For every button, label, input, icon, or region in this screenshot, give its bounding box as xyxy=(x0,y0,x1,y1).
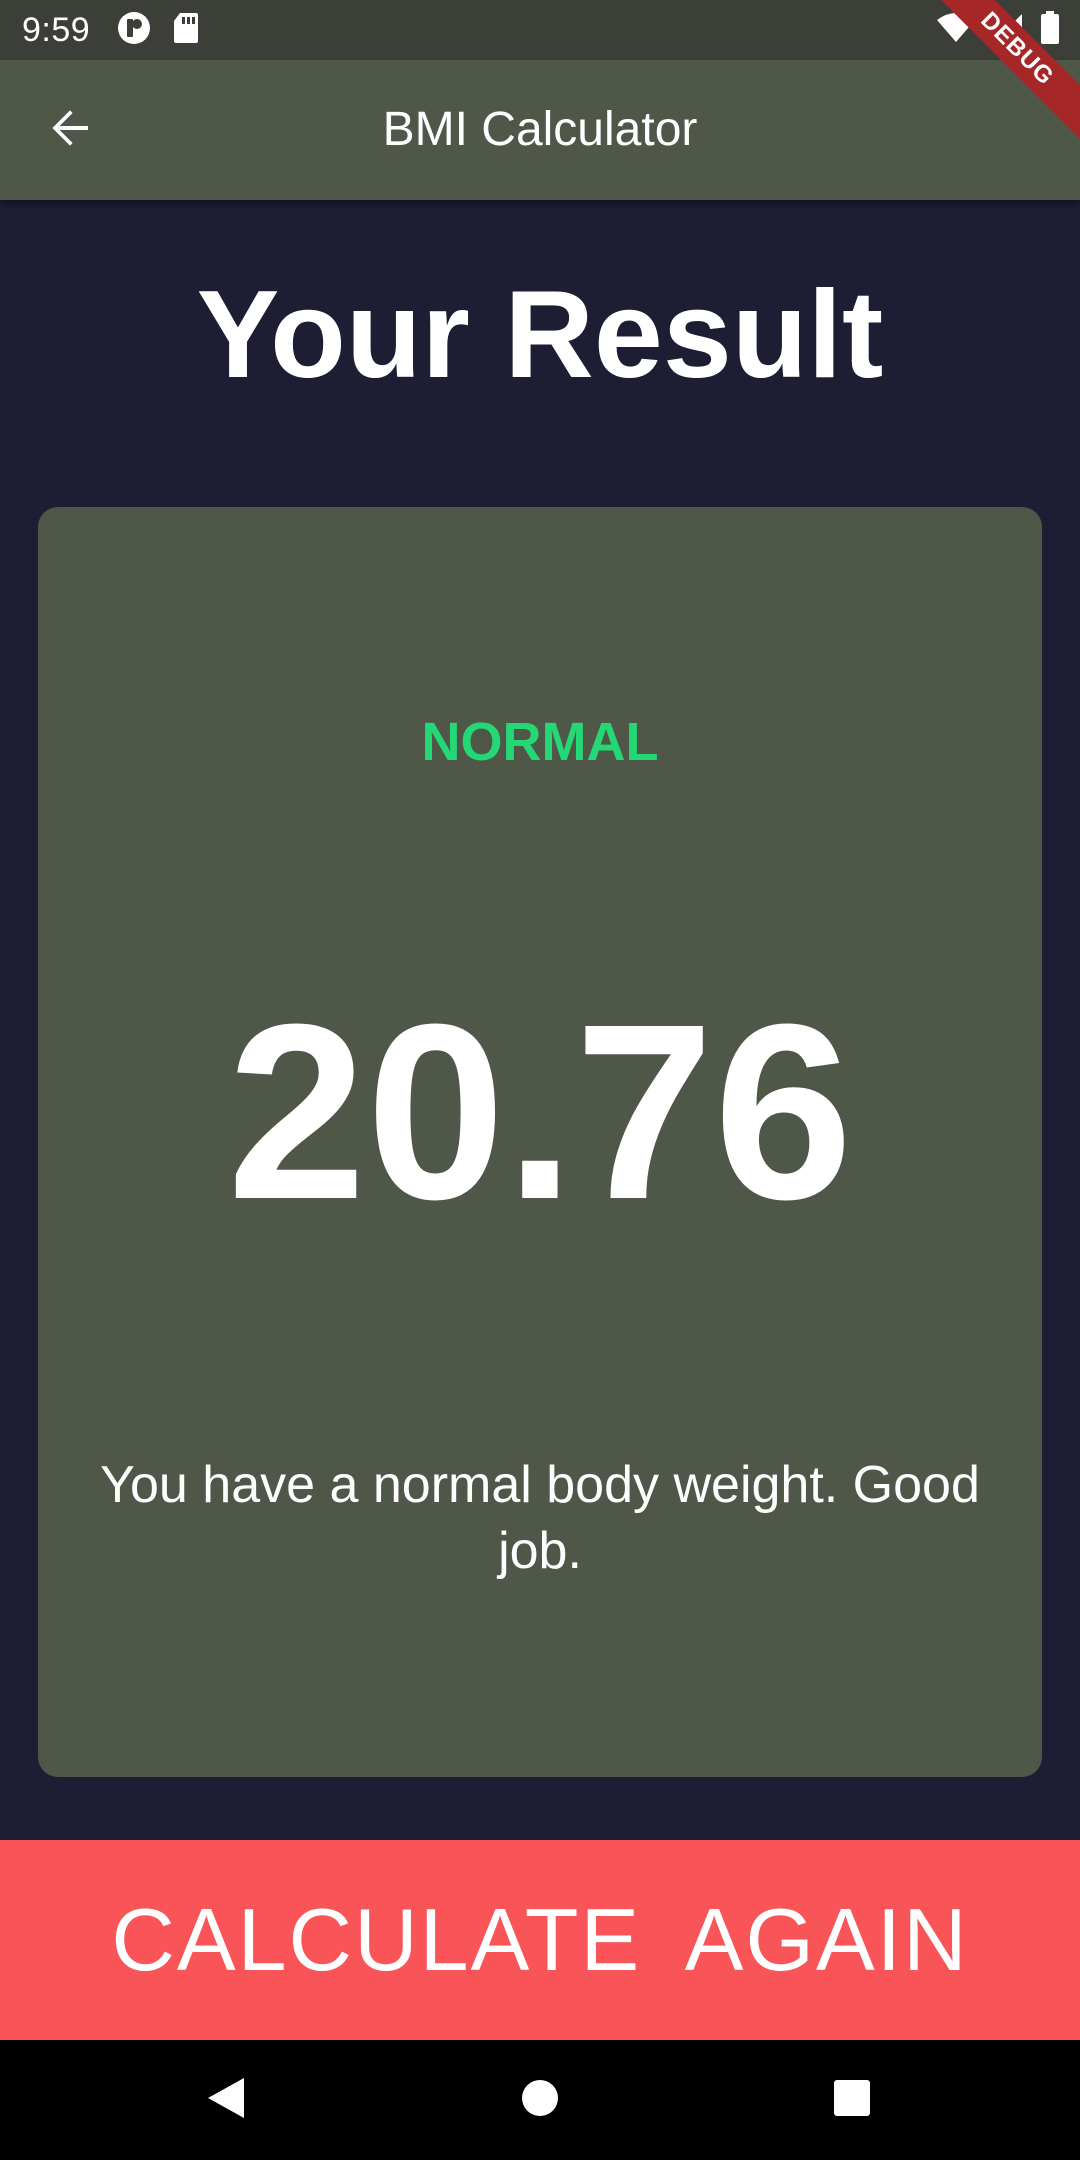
sd-card-icon xyxy=(172,11,200,50)
nav-back-icon xyxy=(206,2076,246,2125)
status-right-icons xyxy=(936,10,1060,50)
wifi-icon xyxy=(936,12,976,49)
nav-home-icon xyxy=(520,2078,560,2123)
bmi-result-screen: 9:59 BMI Calculator DEBUG Your Result NO… xyxy=(0,0,1080,2160)
signal-icon xyxy=(992,12,1024,49)
system-nav-bar xyxy=(0,2040,1080,2160)
status-left-icons xyxy=(116,10,200,51)
nav-recents-icon xyxy=(833,2079,871,2122)
app-bar: BMI Calculator xyxy=(0,60,1080,200)
nav-recents-button[interactable] xyxy=(792,2040,912,2160)
page-title: Your Result xyxy=(196,266,884,404)
battery-icon xyxy=(1040,10,1060,50)
result-status-label: NORMAL xyxy=(421,712,659,772)
nav-home-button[interactable] xyxy=(480,2040,600,2160)
status-time: 9:59 xyxy=(22,10,91,49)
app-notification-icon xyxy=(116,10,152,51)
calculate-again-button[interactable]: CALCULATE AGAIN xyxy=(0,1840,1080,2040)
result-message: You have a normal body weight. Good job. xyxy=(100,1456,980,1580)
bmi-value: 20.76 xyxy=(227,972,853,1251)
status-bar: 9:59 xyxy=(0,0,1080,60)
nav-back-button[interactable] xyxy=(166,2040,286,2160)
result-card: NORMAL 20.76 You have a normal body weig… xyxy=(38,507,1042,1777)
app-title: BMI Calculator xyxy=(382,103,698,156)
